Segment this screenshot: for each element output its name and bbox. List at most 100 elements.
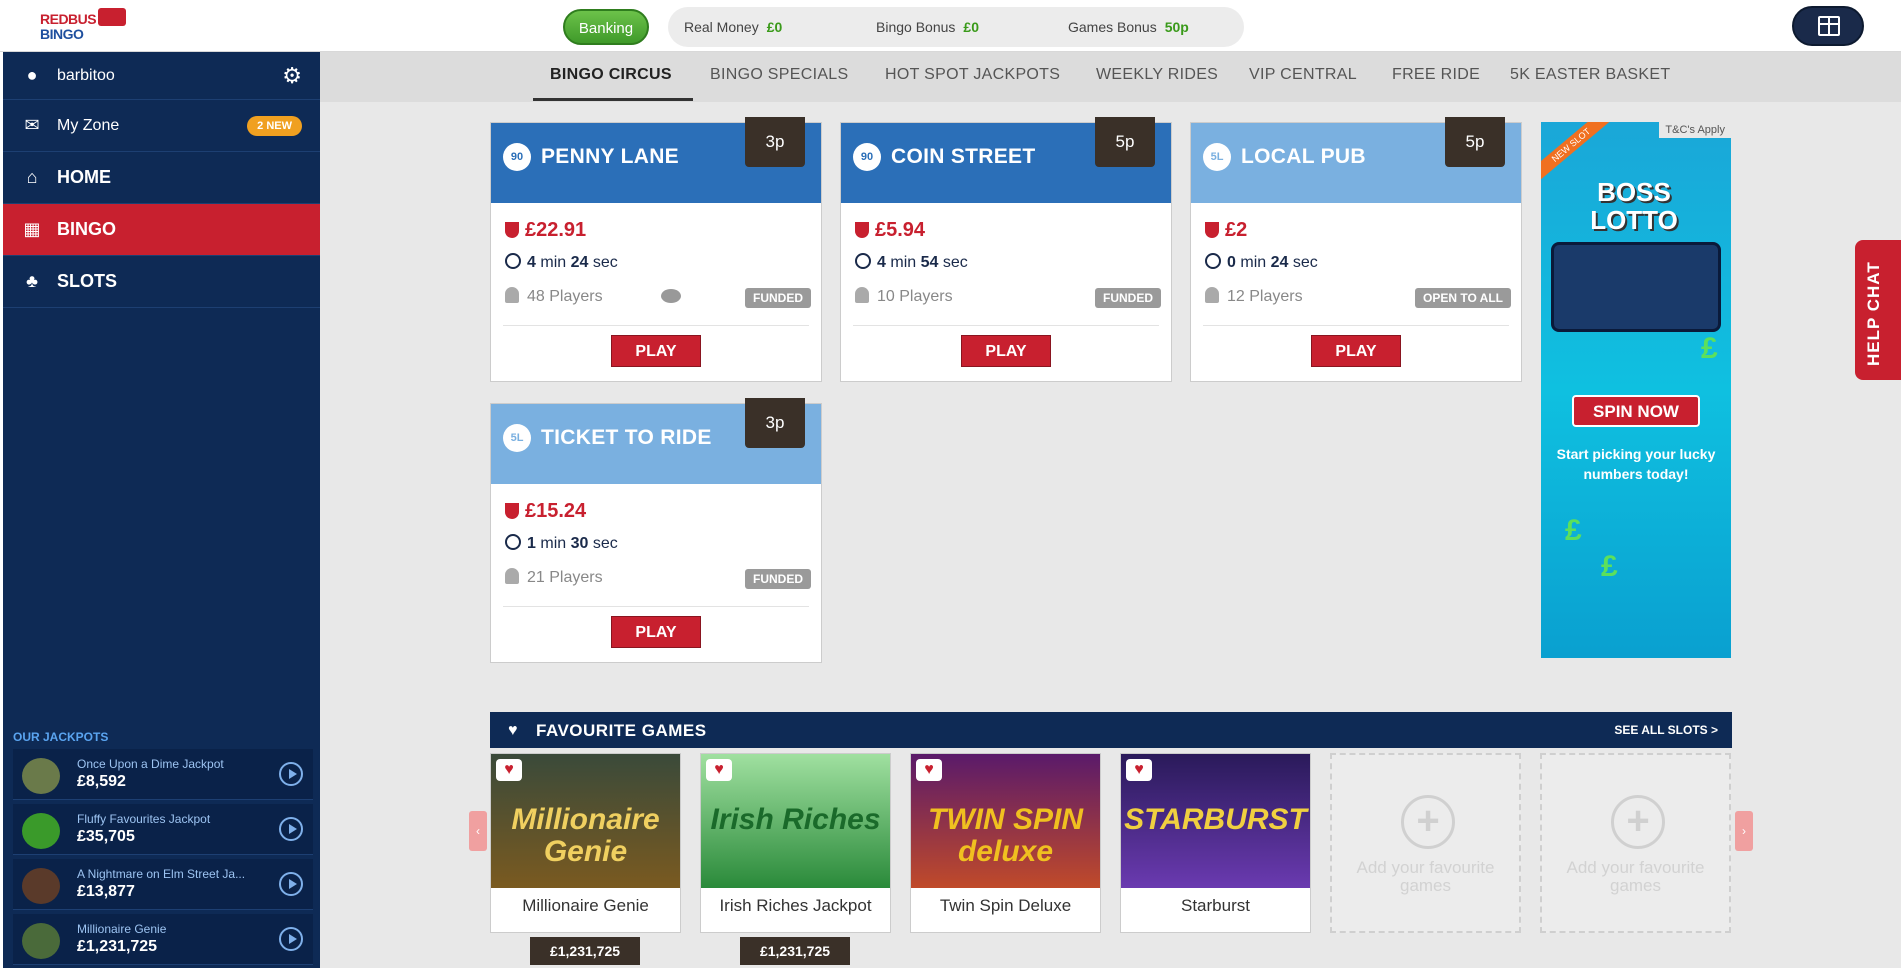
timer-min-label: min [540,535,567,552]
room-name[interactable]: PENNY LANE [541,145,679,169]
terms-link[interactable]: T&C's Apply [1659,122,1731,138]
status-badge: FUNDED [1095,288,1161,308]
room-card-header: 90 COIN STREET 5p [841,117,1171,203]
room-name[interactable]: LOCAL PUB [1241,145,1366,169]
timer-sec-label: sec [592,254,618,271]
play-circle-icon[interactable] [279,927,303,951]
player-count: 48 Players [527,288,603,305]
timer-min-label: min [890,254,917,271]
play-button[interactable]: PLAY [611,616,701,648]
jackpot-item[interactable]: A Nightmare on Elm Street Ja... £13,877 [13,859,313,910]
balances-bar: Real Money £0 Bingo Bonus £0 Games Bonus 50… [668,7,1244,47]
jackpot-value: £5.94 [875,219,926,241]
carousel-prev-button[interactable]: ‹ [469,811,487,851]
favourite-game-tile[interactable]: Millionaire Genie ♥ Millionaire Genie [490,753,681,933]
envelope-icon: ✉ [24,115,40,135]
balance-value: 50p [1164,19,1189,35]
carousel-next-button[interactable]: › [1735,811,1753,851]
sidebar-item-home[interactable]: ⌂ HOME [3,152,320,204]
jackpot-amount: £35,705 [77,828,135,845]
jackpot-value: £2 [1225,219,1248,241]
play-circle-icon[interactable] [279,872,303,896]
play-button[interactable]: PLAY [611,335,701,367]
jackpot-item[interactable]: Millionaire Genie £1,231,725 [13,914,313,965]
jackpot-item[interactable]: Once Upon a Dime Jackpot £8,592 [13,749,313,800]
game-art-text: TWIN SPIN deluxe [928,803,1083,868]
bingo-card-icon: ▦ [23,219,41,239]
tab-hot-spot-jackpots[interactable]: HOT SPOT JACKPOTS [885,66,1060,84]
banking-button[interactable]: Banking [563,9,649,45]
timer-minutes: 1 [527,535,536,552]
user-icon [505,568,519,584]
clock-icon [855,253,871,269]
add-favourite-slot[interactable]: + Add your favourite games [1540,753,1731,933]
my-zone-link[interactable]: ✉ My Zone 2 NEW [3,100,320,152]
favourite-game-tile[interactable]: Irish Riches ♥ Irish Riches Jackpot [700,753,891,933]
favourite-games-header: ♥ FAVOURITE GAMES SEE ALL SLOTS > [490,712,1732,748]
game-art-text: STARBURST [1124,803,1307,836]
play-button[interactable]: PLAY [961,335,1051,367]
heart-icon[interactable]: ♥ [916,759,942,781]
room-name[interactable]: COIN STREET [891,145,1035,169]
tab-5k-easter-basket[interactable]: 5K EASTER BASKET [1510,66,1670,84]
timer-minutes: 4 [527,254,536,271]
user-row[interactable]: ● barbitoo ⚙ [3,52,320,100]
timer-sec-label: sec [942,254,968,271]
room-jackpot: £2 [1205,219,1247,242]
help-chat-button[interactable]: HELP CHAT [1855,240,1901,380]
jackpot-item[interactable]: Fluffy Favourites Jackpot £35,705 [13,804,313,855]
favourite-game-tile[interactable]: TWIN SPIN deluxe ♥ Twin Spin Deluxe [910,753,1101,933]
heart-icon[interactable]: ♥ [706,759,732,781]
tab-free-ride[interactable]: FREE RIDE [1392,66,1480,84]
favourite-game-tile[interactable]: STARBURST ♥ Starburst [1120,753,1311,933]
sidebar-item-label: HOME [57,167,111,187]
add-favourite-slot[interactable]: + Add your favourite games [1330,753,1521,933]
timer-minutes: 0 [1227,254,1236,271]
room-card-header: 5L LOCAL PUB 5p [1191,117,1521,203]
balance-bingo-bonus: Bingo Bonus £0 [860,19,1052,35]
help-chat-label: HELP CHAT [1864,261,1883,366]
tab-bingo-circus[interactable]: BINGO CIRCUS [550,66,672,84]
boss-lotto-ad-banner[interactable]: T&C's Apply NEW SLOT BOSS LOTTO £ SPIN NO… [1541,122,1731,658]
divider [503,606,809,607]
logo-text-top: REDBUS [40,11,97,27]
see-all-slots-link[interactable]: SEE ALL SLOTS > [1614,723,1718,737]
tab-weekly-rides[interactable]: WEEKLY RIDES [1096,66,1218,84]
jackpot-thumbnail [22,813,60,849]
sidebar-item-slots[interactable]: ♣ SLOTS [3,256,320,308]
jackpots-title: OUR JACKPOTS [13,730,109,744]
jackpot-name: Millionaire Genie [77,922,167,936]
trophy-icon [1205,222,1219,238]
balance-value: £0 [766,19,783,35]
spin-now-button[interactable]: SPIN NOW [1572,395,1700,427]
gift-icon [1818,16,1840,36]
ball-type-icon: 90 [503,143,531,171]
balance-games-bonus: Games Bonus 50p [1052,19,1244,35]
sidebar-item-bingo[interactable]: ▦ BINGO [3,204,320,256]
add-favourite-label: Add your favourite games [1566,858,1705,895]
balance-label: Real Money [684,19,759,35]
game-name: Irish Riches Jackpot [719,896,872,915]
game-art-text: Millionaire Genie [511,803,660,868]
ticket-price-tag: 3p [745,398,805,448]
lotto-machine-illustration [1551,242,1721,332]
play-circle-icon[interactable] [279,817,303,841]
room-timer: 1 min 30 sec [505,534,618,553]
ad-title-line1: BOSS [1597,177,1671,207]
tab-vip-central[interactable]: VIP CENTRAL [1249,66,1357,84]
game-jackpot-label: £1,231,725 [740,937,850,965]
play-circle-icon[interactable] [279,762,303,786]
tab-bingo-specials[interactable]: BINGO SPECIALS [710,66,848,84]
gift-button[interactable] [1792,6,1864,46]
heart-icon[interactable]: ♥ [1126,759,1152,781]
redbus-bingo-logo[interactable]: REDBUS BINGO [38,8,128,46]
jackpot-thumbnail [22,758,60,794]
gear-icon[interactable]: ⚙ [282,63,302,89]
ball-type-icon: 90 [853,143,881,171]
heart-icon[interactable]: ♥ [496,759,522,781]
room-name[interactable]: TICKET TO RIDE [541,426,712,450]
timer-seconds: 24 [570,254,589,271]
trophy-icon [505,222,519,238]
logo-text-bottom: BINGO [40,26,84,42]
play-button[interactable]: PLAY [1311,335,1401,367]
